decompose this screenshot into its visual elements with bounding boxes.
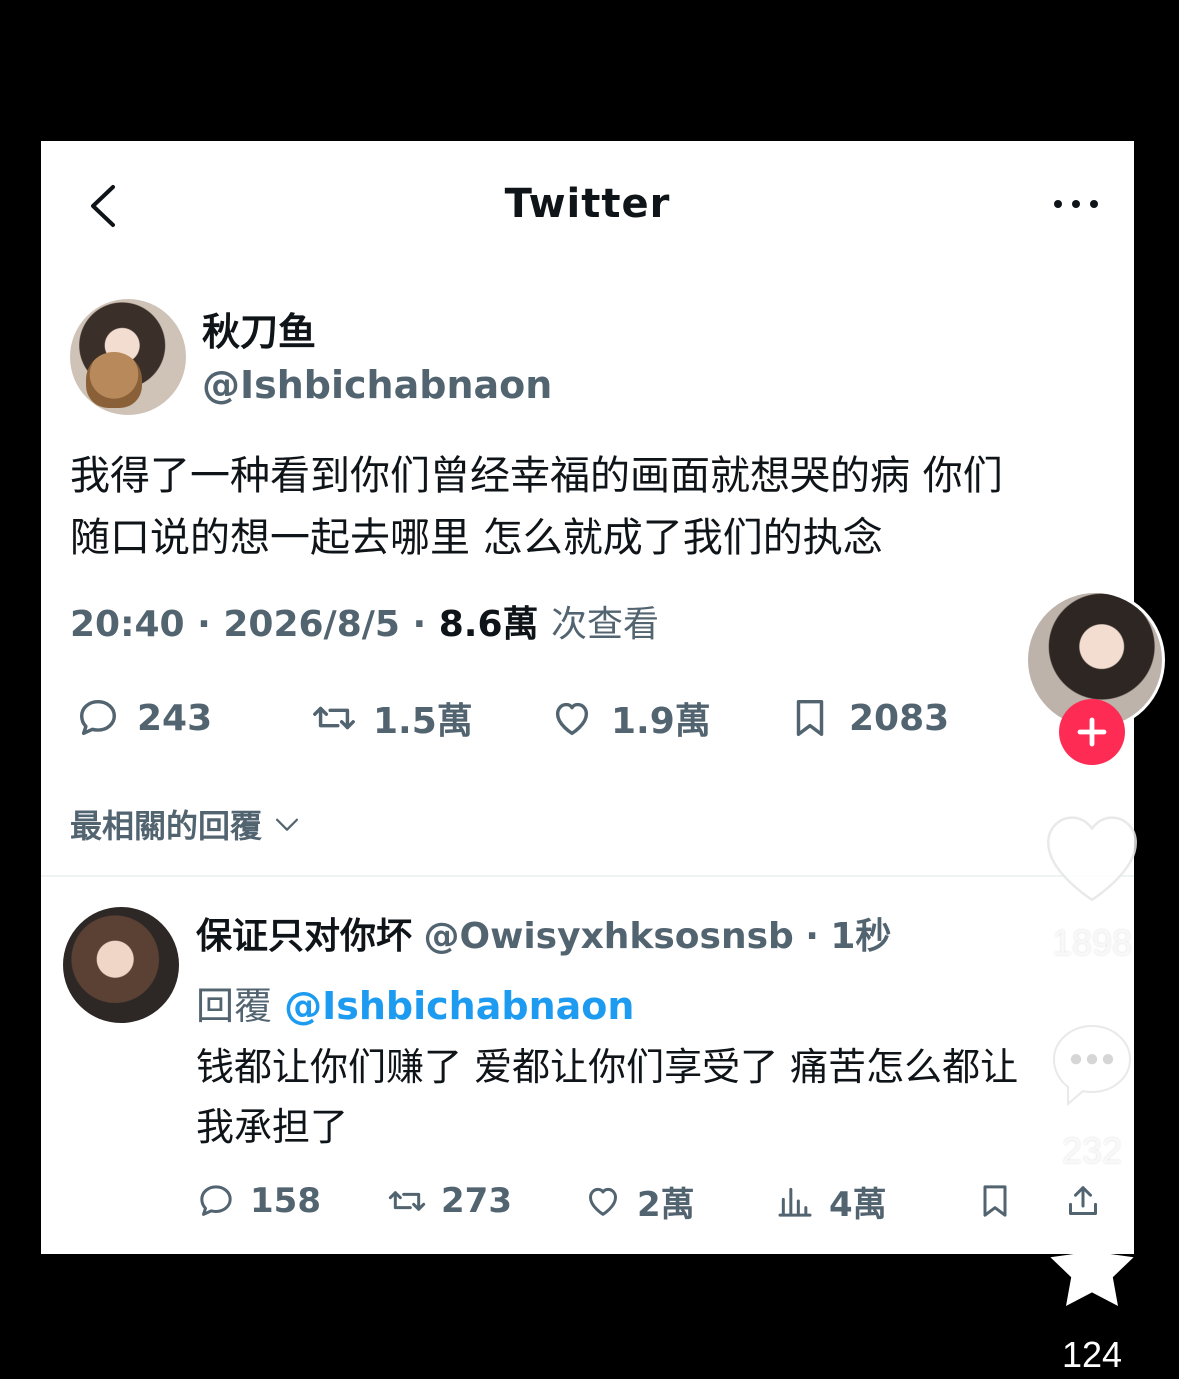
reply-to: 回覆 @Ishbichabnaon xyxy=(196,975,634,1030)
meta-separator: · xyxy=(197,604,224,645)
reply-reply-button[interactable]: 158 xyxy=(196,1177,321,1225)
reply-like-button[interactable]: 2萬 xyxy=(583,1177,695,1225)
favorite-star-icon[interactable] xyxy=(1044,1222,1140,1314)
more-options-icon[interactable] xyxy=(1052,197,1100,211)
tweet-card: Twitter 秋刀鱼 @Ishbichabnaon 我得了一种看到你们曾经幸福… xyxy=(41,141,1134,1254)
heart-icon xyxy=(555,702,589,736)
reply-bookmark-button[interactable] xyxy=(975,1177,1015,1225)
comment-icon xyxy=(79,699,117,736)
author-handle[interactable]: @Ishbichabnaon xyxy=(202,363,552,407)
bookmark-icon xyxy=(796,699,824,737)
retweet-count: 1.5萬 xyxy=(373,701,473,742)
view-count: 8.6萬 xyxy=(438,604,539,645)
tweet-meta: 20:40 · 2026/8/5 · 8.6萬 次查看 xyxy=(70,595,659,647)
follow-button[interactable] xyxy=(1059,699,1125,765)
reply-to-label: 回覆 xyxy=(196,984,273,1028)
tweet-time: 20:40 xyxy=(70,604,185,645)
page-title: Twitter xyxy=(504,181,671,227)
like-button[interactable]: 1.9萬 xyxy=(549,693,711,743)
reply-sort-dropdown[interactable]: 最相關的回覆 xyxy=(70,801,304,847)
analytics-icon xyxy=(778,1187,812,1217)
reply-author-name[interactable]: 保证只对你坏 xyxy=(196,916,412,957)
reply-text: 钱都让你们赚了 爱都让你们享受了 痛苦怎么都让 我承担了 xyxy=(196,1037,1076,1157)
meta-separator: · xyxy=(412,604,439,645)
reply-views-button[interactable]: 4萬 xyxy=(775,1177,887,1225)
comment-bubble-icon[interactable] xyxy=(1044,1016,1140,1112)
reply-view-count: 4萬 xyxy=(829,1184,887,1225)
reply-button[interactable]: 243 xyxy=(75,693,212,743)
tweet-text-line: 我得了一种看到你们曾经幸福的画面就想哭的病 你们 xyxy=(70,453,1003,499)
retweet-icon xyxy=(313,706,355,730)
bookmark-count: 2083 xyxy=(849,697,950,739)
sort-label: 最相關的回覆 xyxy=(70,807,263,845)
like-count: 1.9萬 xyxy=(611,701,711,742)
reply-retweet-button[interactable]: 273 xyxy=(387,1177,512,1225)
bookmark-icon xyxy=(983,1185,1007,1217)
heart-icon xyxy=(589,1187,617,1216)
reply-avatar[interactable] xyxy=(63,907,179,1023)
divider xyxy=(41,875,1134,877)
overlay-comment-count: 232 xyxy=(1061,1130,1123,1171)
meta-separator: · xyxy=(805,916,819,957)
author-avatar[interactable] xyxy=(70,299,186,415)
overlay-favorite-count: 124 xyxy=(1061,1334,1123,1375)
tweet-text-line: 随口说的想一起去哪里 怎么就成了我们的执念 xyxy=(70,515,883,561)
view-label: 次查看 xyxy=(551,604,660,645)
chevron-down-icon xyxy=(275,818,299,831)
tweet-actions: 243 1.5萬 1.9萬 2083 xyxy=(41,693,1134,743)
retweet-button[interactable]: 1.5萬 xyxy=(311,693,473,743)
share-icon xyxy=(1069,1186,1097,1215)
tweet-text: 我得了一种看到你们曾经幸福的画面就想哭的病 你们 随口说的想一起去哪里 怎么就成… xyxy=(70,445,1110,569)
plus-icon xyxy=(1077,717,1107,747)
reply-like-count: 2萬 xyxy=(637,1184,695,1225)
reply-time: 1秒 xyxy=(830,916,892,957)
reply-actions: 158 273 2萬 4萬 xyxy=(41,1177,1134,1225)
comment-icon xyxy=(200,1185,232,1216)
reply-count: 243 xyxy=(137,697,213,739)
bookmark-button[interactable]: 2083 xyxy=(787,693,949,743)
like-heart-icon[interactable] xyxy=(1042,812,1142,904)
overlay-like-count: 1898 xyxy=(1051,922,1133,963)
tweet-date: 2026/8/5 xyxy=(223,604,400,645)
reply-to-mention[interactable]: @Ishbichabnaon xyxy=(284,984,634,1028)
reply-reply-count: 158 xyxy=(250,1181,321,1221)
reply-text-line: 我承担了 xyxy=(196,1105,349,1149)
reply-retweet-count: 273 xyxy=(441,1181,512,1221)
reply-text-line: 钱都让你们赚了 爱都让你们享受了 痛苦怎么都让 xyxy=(196,1045,1019,1089)
reply-author-handle[interactable]: @Owisyxhksosnsb xyxy=(423,916,793,957)
reply-header: 保证只对你坏 @Owisyxhksosnsb · 1秒 xyxy=(196,907,891,959)
retweet-icon xyxy=(388,1191,426,1211)
author-name[interactable]: 秋刀鱼 xyxy=(202,301,316,356)
reply-share-button[interactable] xyxy=(1063,1177,1103,1225)
